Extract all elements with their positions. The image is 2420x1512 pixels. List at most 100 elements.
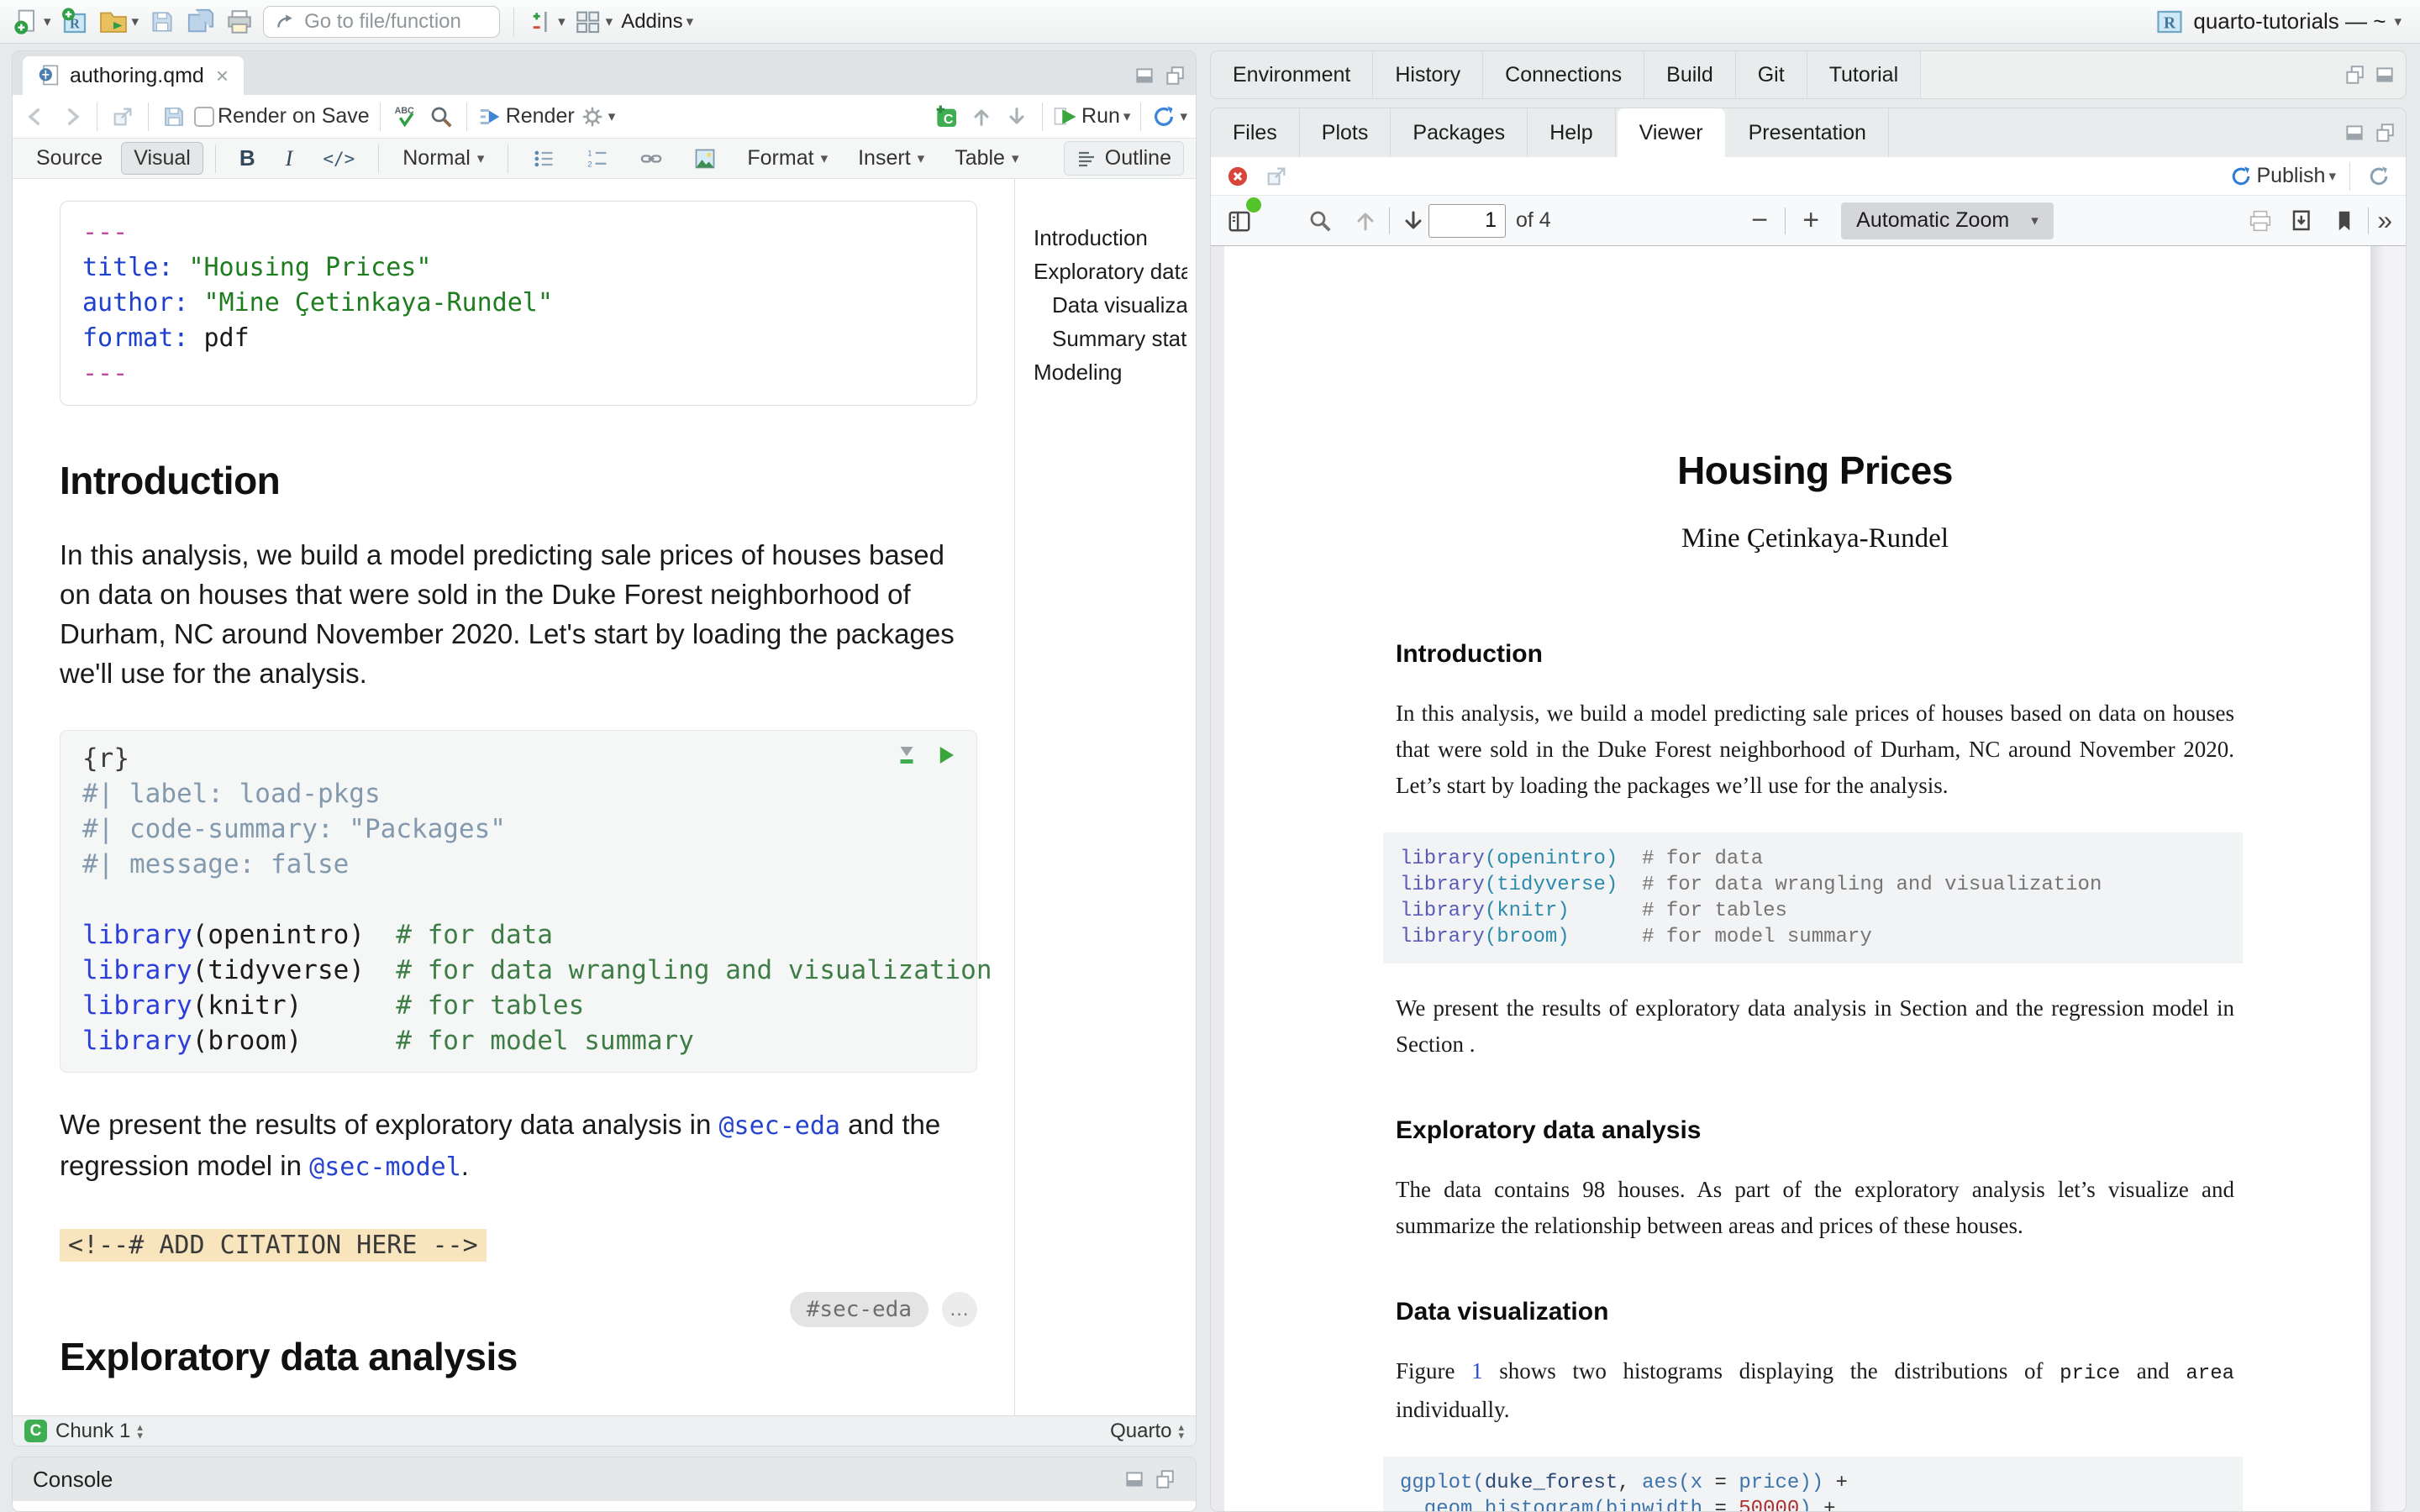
- pdf-search-button[interactable]: [1305, 204, 1335, 238]
- run-chunks-above-icon[interactable]: [894, 743, 919, 768]
- publish-button[interactable]: Publish ▾: [2229, 160, 2336, 193]
- tab-presentation[interactable]: Presentation: [1727, 108, 1889, 157]
- workspace-panes-button[interactable]: ▾: [574, 5, 613, 39]
- tab-authoring-qmd[interactable]: authoring.qmd ×: [23, 56, 244, 95]
- version-control-button[interactable]: ▾: [528, 5, 566, 39]
- insert-dropdown[interactable]: Insert▾: [846, 143, 936, 174]
- render-button[interactable]: Render: [477, 100, 575, 134]
- pdf-zoom-out-button[interactable]: −: [1743, 204, 1776, 237]
- console-body[interactable]: [13, 1501, 1196, 1511]
- popout-window-button[interactable]: [108, 100, 138, 134]
- new-file-caret[interactable]: ▾: [44, 14, 51, 29]
- code-format-button[interactable]: </>: [311, 145, 366, 172]
- new-project-button[interactable]: [60, 5, 90, 39]
- save-all-button[interactable]: [186, 5, 216, 39]
- run-caret[interactable]: ▾: [1123, 109, 1131, 123]
- pdf-figure-link[interactable]: 1: [1471, 1358, 1483, 1383]
- pdf-zoom-in-button[interactable]: +: [1794, 204, 1828, 237]
- language-mode-stepper[interactable]: ▴▾: [1178, 1423, 1184, 1440]
- pdf-zoom-select[interactable]: Automatic Zoom ▾: [1841, 202, 2054, 239]
- goto-file-box[interactable]: [263, 6, 500, 38]
- pdf-sidebar-toggle-button[interactable]: [1224, 204, 1255, 238]
- print-button[interactable]: [224, 5, 255, 39]
- minimize-pane-icon[interactable]: [2344, 122, 2365, 144]
- pdf-previous-page-button[interactable]: [1350, 204, 1381, 238]
- rerun-caret[interactable]: ▾: [1180, 109, 1187, 123]
- go-next-section-button[interactable]: [1002, 100, 1032, 134]
- tab-viewer[interactable]: Viewer: [1618, 108, 1725, 157]
- tab-environment[interactable]: Environment: [1211, 51, 1373, 98]
- console-header[interactable]: Console: [13, 1457, 1196, 1501]
- viewer-popout-button[interactable]: [1261, 160, 1292, 193]
- paragraph-style-dropdown[interactable]: Normal▾: [391, 143, 496, 174]
- image-button[interactable]: [681, 144, 729, 174]
- pdf-bookmark-button[interactable]: [2329, 204, 2360, 238]
- maximize-pane-icon[interactable]: [1164, 65, 1186, 87]
- chunk-position-stepper[interactable]: ▴▾: [137, 1423, 143, 1440]
- link-button[interactable]: [628, 144, 675, 174]
- tab-close-icon[interactable]: ×: [216, 63, 229, 89]
- code-chunk-load-pkgs[interactable]: {r} #| label: load-pkgs #| code-summary:…: [60, 730, 977, 1073]
- pdf-more-tools-button[interactable]: »: [2377, 205, 2392, 236]
- yaml-metadata-block[interactable]: --- title: "Housing Prices" author: "Min…: [60, 201, 977, 406]
- maximize-pane-icon[interactable]: [2374, 122, 2396, 144]
- section-menu-button[interactable]: …: [942, 1292, 977, 1327]
- source-mode-button[interactable]: Source: [24, 143, 114, 174]
- italic-button[interactable]: I: [274, 143, 305, 175]
- tab-help[interactable]: Help: [1528, 108, 1615, 157]
- outline-item-data-visualization[interactable]: Data visualization: [1034, 288, 1187, 322]
- run-button[interactable]: Run ▾: [1053, 100, 1130, 134]
- pdf-scrollbar[interactable]: [2370, 246, 2406, 1511]
- run-chunk-icon[interactable]: [933, 743, 958, 768]
- format-dropdown[interactable]: Format▾: [735, 143, 839, 174]
- open-file-button[interactable]: ▾: [98, 5, 139, 39]
- project-selector[interactable]: quarto-tutorials — ~ ▾: [2154, 7, 2402, 37]
- tab-git[interactable]: Git: [1736, 51, 1807, 98]
- bullet-list-button[interactable]: [520, 144, 567, 174]
- outline-item-modeling[interactable]: Modeling: [1034, 355, 1187, 389]
- minimize-pane-icon[interactable]: [1123, 1468, 1145, 1490]
- tab-packages[interactable]: Packages: [1391, 108, 1528, 157]
- pdf-print-button[interactable]: [2245, 204, 2275, 238]
- tab-build[interactable]: Build: [1644, 51, 1736, 98]
- pdf-download-button[interactable]: [2287, 204, 2317, 238]
- pdf-page-number-input[interactable]: [1428, 204, 1506, 238]
- render-on-save-checkbox[interactable]: Render on Save: [194, 100, 370, 134]
- chunk-position-label[interactable]: Chunk 1: [55, 1420, 130, 1443]
- addins-button[interactable]: Addins▾: [621, 5, 693, 39]
- outline-toggle-button[interactable]: Outline: [1064, 141, 1184, 176]
- stop-preview-button[interactable]: [1223, 160, 1253, 193]
- rerun-button[interactable]: ▾: [1151, 100, 1187, 134]
- minimize-pane-icon[interactable]: [1134, 65, 1155, 87]
- outline-item-summary-statistics[interactable]: Summary statis…: [1034, 322, 1187, 355]
- numbered-list-button[interactable]: [574, 144, 621, 174]
- new-file-button[interactable]: ▾: [13, 5, 51, 39]
- save-doc-button[interactable]: [159, 100, 189, 134]
- tab-connections[interactable]: Connections: [1483, 51, 1644, 98]
- pdf-next-page-button[interactable]: [1398, 204, 1428, 238]
- maximize-pane-icon[interactable]: [1154, 1468, 1176, 1490]
- open-file-caret[interactable]: ▾: [132, 14, 139, 29]
- visual-mode-button[interactable]: Visual: [121, 142, 203, 175]
- document-content[interactable]: --- title: "Housing Prices" author: "Min…: [13, 179, 1014, 1415]
- pdf-viewport[interactable]: Housing Prices Mine Çetinkaya-Rundel Int…: [1211, 246, 2406, 1511]
- tab-tutorial[interactable]: Tutorial: [1807, 51, 1921, 98]
- language-mode-label[interactable]: Quarto: [1110, 1420, 1171, 1443]
- table-dropdown[interactable]: Table▾: [943, 143, 1030, 174]
- workspace-panes-caret[interactable]: ▾: [606, 14, 613, 29]
- outline-item-introduction[interactable]: Introduction: [1034, 221, 1187, 255]
- tab-plots[interactable]: Plots: [1300, 108, 1392, 157]
- save-button[interactable]: [147, 5, 177, 39]
- forward-button[interactable]: [56, 100, 87, 134]
- outline-item-eda[interactable]: Exploratory data …: [1034, 255, 1187, 288]
- tab-history[interactable]: History: [1373, 51, 1483, 98]
- maximize-pane-icon[interactable]: [2374, 64, 2396, 86]
- goto-file-input[interactable]: [304, 10, 472, 34]
- insert-chunk-button[interactable]: [931, 100, 961, 134]
- version-control-caret[interactable]: ▾: [558, 14, 566, 29]
- checkbox-icon[interactable]: [194, 107, 214, 127]
- tab-files[interactable]: Files: [1211, 108, 1300, 157]
- find-replace-button[interactable]: [426, 100, 456, 134]
- refresh-viewer-button[interactable]: [2364, 160, 2394, 193]
- spellcheck-button[interactable]: [391, 100, 421, 134]
